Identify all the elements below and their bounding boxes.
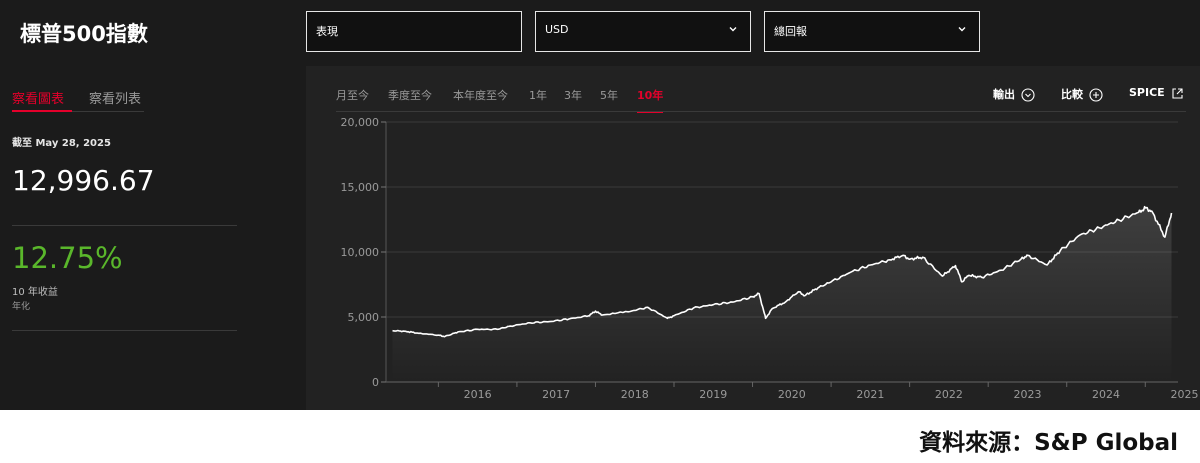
app-window: 標普500指數 表現 USD 總回報 察看圖表 察看列表 截至 May 28, … <box>0 0 1200 410</box>
chart-area <box>392 206 1172 382</box>
plus-circle-icon <box>1089 88 1103 102</box>
y-tick-label: 20,000 <box>341 116 380 129</box>
divider <box>12 330 237 331</box>
x-tick-label: 2017 <box>542 388 570 401</box>
x-tick-label: 2024 <box>1092 388 1120 401</box>
export-button[interactable]: 輸出 <box>993 86 1035 102</box>
divider <box>12 225 237 226</box>
export-label: 輸出 <box>993 88 1015 101</box>
x-tick-label: 2025 <box>1171 388 1199 401</box>
currency-select[interactable]: USD <box>535 11 751 52</box>
source-credit: 資料來源：S&P Global <box>919 430 1178 456</box>
metric-select-value: 表現 <box>316 25 338 38</box>
x-tick-label: 2018 <box>621 388 649 401</box>
metric-select[interactable]: 表現 <box>306 11 522 52</box>
return-annualized-label: 年化 <box>12 302 31 312</box>
return-period-label: 10 年收益 <box>12 287 58 298</box>
y-tick-label: 0 <box>372 376 379 389</box>
compare-button[interactable]: 比較 <box>1061 86 1103 102</box>
index-chart[interactable]: 0 5,000 10,000 15,000 20,000 2016 2017 2018 201… <box>306 110 1200 410</box>
x-tick-label: 2016 <box>464 388 492 401</box>
chevron-down-icon <box>958 27 966 32</box>
x-tick-label: 2022 <box>935 388 963 401</box>
x-tick-label: 2021 <box>856 388 884 401</box>
x-tick-label: 2020 <box>778 388 806 401</box>
chevron-down-icon <box>729 27 737 32</box>
tab-view-list[interactable]: 察看列表 <box>89 88 141 112</box>
external-link-icon <box>1172 87 1183 99</box>
spice-label: SPICE <box>1129 86 1165 99</box>
y-tick-label: 5,000 <box>348 311 380 324</box>
x-tick-label: 2023 <box>1013 388 1041 401</box>
return-type-select[interactable]: 總回報 <box>764 11 980 52</box>
y-tick-label: 10,000 <box>341 246 380 259</box>
currency-select-value: USD <box>545 23 569 36</box>
y-tick-label: 15,000 <box>341 181 380 194</box>
chevron-circle-icon <box>1021 88 1035 102</box>
view-tabs: 察看圖表 察看列表 <box>12 88 144 112</box>
compare-label: 比較 <box>1061 88 1083 101</box>
spice-link[interactable]: SPICE <box>1129 86 1184 100</box>
annualized-return: 12.75% <box>12 241 123 275</box>
tab-view-chart[interactable]: 察看圖表 <box>12 88 72 112</box>
return-type-select-value: 總回報 <box>774 25 807 38</box>
page-title: 標普500指數 <box>20 22 148 46</box>
x-tick-label: 2019 <box>699 388 727 401</box>
as-of-date: 截至 May 28, 2025 <box>12 138 111 149</box>
index-value: 12,996.67 <box>12 164 155 197</box>
